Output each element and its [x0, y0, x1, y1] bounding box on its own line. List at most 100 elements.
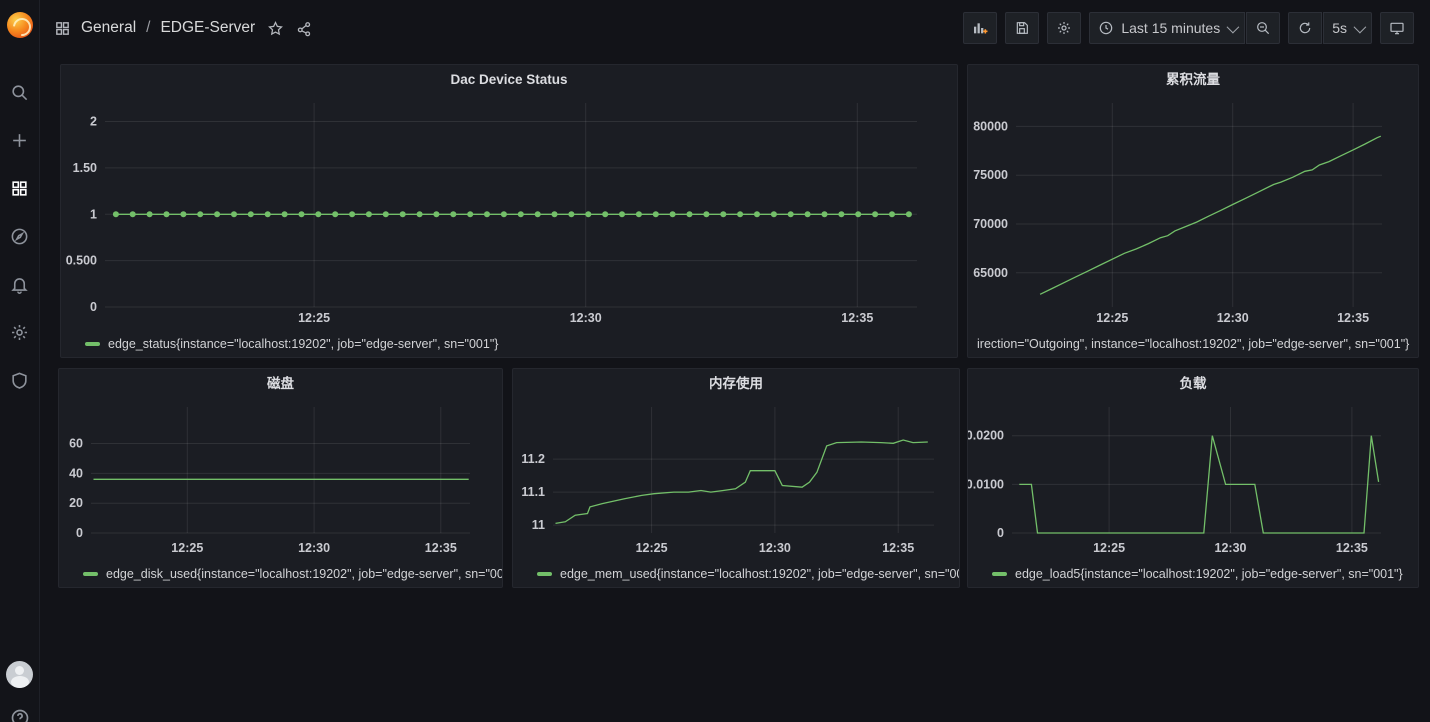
panel-load: 负载 00.01000.020012:2512:3012:35 edge_loa… — [967, 368, 1419, 588]
svg-text:12:35: 12:35 — [1336, 541, 1368, 555]
svg-text:0: 0 — [997, 526, 1004, 540]
toolbar-actions: Last 15 minutes 5s — [963, 12, 1414, 44]
svg-text:1: 1 — [90, 207, 97, 221]
search-icon[interactable] — [0, 68, 40, 116]
timeseries-chart[interactable]: 0 0.500 1 1.50 2 12:25 12:30 12:35 — [61, 95, 957, 331]
breadcrumb: General / EDGE-Server — [54, 19, 313, 37]
svg-text:12:35: 12:35 — [841, 311, 873, 325]
help-icon[interactable] — [10, 708, 30, 722]
svg-text:2: 2 — [90, 115, 97, 129]
timeseries-chart[interactable]: 0 20 40 60 12:25 12:30 12:35 — [59, 399, 502, 561]
svg-text:12:30: 12:30 — [570, 311, 602, 325]
panel-title[interactable]: 累积流量 — [968, 65, 1418, 95]
dashboard-grid-icon — [54, 20, 71, 37]
time-range-picker[interactable]: Last 15 minutes — [1089, 12, 1245, 44]
svg-text:65000: 65000 — [973, 266, 1008, 280]
dashboard-settings-button[interactable] — [1047, 12, 1081, 44]
tv-cycle-button[interactable] — [1380, 12, 1414, 44]
svg-text:12:35: 12:35 — [882, 541, 914, 555]
svg-text:11.2: 11.2 — [521, 452, 545, 466]
svg-text:12:35: 12:35 — [425, 541, 457, 555]
svg-text:60: 60 — [69, 437, 83, 451]
time-range-label: Last 15 minutes — [1121, 20, 1220, 36]
legend-series-swatch — [992, 572, 1007, 576]
svg-text:11.1: 11.1 — [521, 485, 545, 499]
svg-text:11: 11 — [532, 518, 545, 532]
app-root: General / EDGE-Server — [0, 0, 1430, 722]
save-dashboard-button[interactable] — [1005, 12, 1039, 44]
server-admin-shield-icon[interactable] — [0, 356, 40, 404]
dashboard-grid: Dac Device Status 0 0.500 1 1.50 2 12:25 12:30… — [40, 56, 1430, 722]
legend-series-label[interactable]: edge_disk_used{instance="localhost:19202… — [106, 567, 502, 581]
panel-title[interactable]: 内存使用 — [513, 369, 959, 399]
refresh-controls: 5s — [1288, 12, 1372, 44]
legend-series-swatch — [537, 572, 552, 576]
panel-memory-usage: 内存使用 11 11.1 11.2 12:25 12:30 12:35 edge_mem_… — [512, 368, 960, 588]
refresh-interval-label: 5s — [1332, 20, 1347, 36]
legend: irection="Outgoing", instance="localhost… — [968, 331, 1418, 357]
panel-dac-device-status: Dac Device Status 0 0.500 1 1.50 2 12:25 12:30… — [60, 64, 958, 358]
add-panel-button[interactable] — [963, 12, 997, 44]
breadcrumb-dashboard[interactable]: EDGE-Server — [160, 19, 255, 37]
refresh-interval-picker[interactable]: 5s — [1323, 12, 1372, 44]
chevron-down-icon — [1227, 20, 1240, 33]
timeseries-chart[interactable]: 11 11.1 11.2 12:25 12:30 12:35 — [513, 399, 959, 561]
panel-title[interactable]: 负载 — [968, 369, 1418, 399]
panel-disk: 磁盘 0 20 40 60 12:25 12:30 12:35 edge_disk_used… — [58, 368, 503, 588]
svg-text:12:25: 12:25 — [298, 311, 330, 325]
svg-text:80000: 80000 — [973, 119, 1008, 133]
svg-text:75000: 75000 — [973, 168, 1008, 182]
create-plus-icon[interactable] — [0, 116, 40, 164]
alerting-bell-icon[interactable] — [0, 260, 40, 308]
panel-cumulative-traffic: 累积流量 65000 70000 75000 80000 12:25 12:30 12:35… — [967, 64, 1419, 358]
svg-text:1.50: 1.50 — [73, 161, 97, 175]
legend-series-label[interactable]: edge_load5{instance="localhost:19202", j… — [1015, 567, 1403, 581]
explore-compass-icon[interactable] — [0, 212, 40, 260]
main-area: General / EDGE-Server — [40, 0, 1430, 722]
svg-text:12:35: 12:35 — [1337, 311, 1369, 325]
legend-series-swatch — [83, 572, 98, 576]
svg-text:12:25: 12:25 — [171, 541, 203, 555]
svg-text:0.0100: 0.0100 — [968, 477, 1004, 491]
dashboard-toolbar: General / EDGE-Server — [40, 0, 1430, 56]
configuration-gear-icon[interactable] — [0, 308, 40, 356]
dashboards-icon[interactable] — [0, 164, 40, 212]
svg-text:12:25: 12:25 — [1093, 541, 1125, 555]
breadcrumb-separator: / — [146, 19, 150, 37]
chevron-down-icon — [1354, 20, 1367, 33]
legend: edge_status{instance="localhost:19202", … — [61, 331, 957, 357]
side-menu — [0, 0, 40, 722]
legend: edge_disk_used{instance="localhost:19202… — [59, 561, 502, 587]
breadcrumb-folder[interactable]: General — [81, 19, 136, 37]
refresh-button[interactable] — [1288, 12, 1322, 44]
share-icon[interactable] — [296, 20, 313, 37]
legend-series-swatch — [85, 342, 100, 346]
svg-text:0: 0 — [90, 300, 97, 314]
legend: edge_mem_used{instance="localhost:19202"… — [513, 561, 959, 587]
clock-icon — [1098, 20, 1114, 36]
svg-text:0: 0 — [76, 526, 83, 540]
svg-text:0.0200: 0.0200 — [968, 429, 1004, 443]
svg-text:0.500: 0.500 — [66, 254, 97, 268]
legend-series-label[interactable]: edge_mem_used{instance="localhost:19202"… — [560, 567, 959, 581]
timeseries-chart[interactable]: 65000 70000 75000 80000 12:25 12:30 12:35 — [968, 95, 1418, 331]
svg-text:12:30: 12:30 — [759, 541, 791, 555]
panel-title[interactable]: Dac Device Status — [61, 65, 957, 95]
favorite-star-icon[interactable] — [267, 20, 284, 37]
svg-text:40: 40 — [69, 466, 83, 480]
svg-text:70000: 70000 — [973, 217, 1008, 231]
legend-series-label[interactable]: edge_status{instance="localhost:19202", … — [108, 337, 498, 351]
svg-text:12:25: 12:25 — [636, 541, 668, 555]
panel-title[interactable]: 磁盘 — [59, 369, 502, 399]
svg-text:12:30: 12:30 — [298, 541, 330, 555]
time-controls: Last 15 minutes — [1089, 12, 1280, 44]
zoom-out-button[interactable] — [1246, 12, 1280, 44]
legend-series-label[interactable]: irection="Outgoing", instance="localhost… — [977, 337, 1409, 351]
timeseries-chart[interactable]: 00.01000.020012:2512:3012:35 — [968, 399, 1418, 561]
grafana-logo-icon[interactable] — [7, 12, 33, 38]
legend: edge_load5{instance="localhost:19202", j… — [968, 561, 1418, 587]
svg-text:12:30: 12:30 — [1217, 311, 1249, 325]
user-avatar[interactable] — [6, 661, 33, 688]
svg-text:20: 20 — [69, 496, 83, 510]
svg-text:12:25: 12:25 — [1096, 311, 1128, 325]
